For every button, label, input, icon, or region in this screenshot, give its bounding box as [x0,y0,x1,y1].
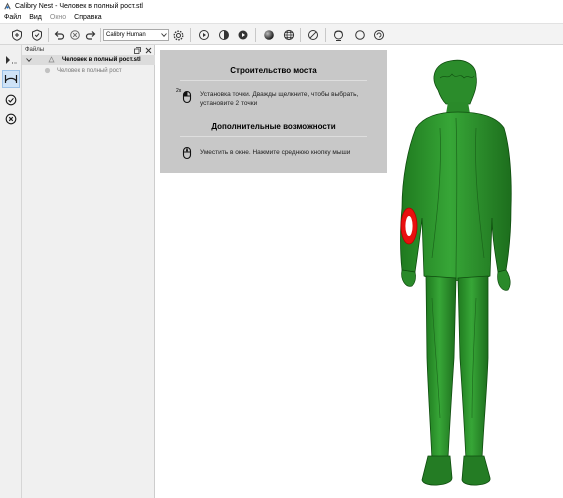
toolbar-separator [48,28,49,42]
human-body-scan-model[interactable] [380,58,563,498]
chevron-down-icon[interactable] [25,56,33,64]
settings-gear-icon [173,30,183,40]
toolbar-separator [190,28,191,42]
half-circle-icon [219,30,229,40]
toolbar-separator [100,28,101,42]
help-divider [180,80,367,81]
tree-row-file[interactable]: Человек в полный рост.stl [22,55,155,65]
shield-plus-icon [32,29,42,41]
accept-button[interactable] [2,91,20,109]
close-circle-icon [5,113,17,125]
cursor-menu-button[interactable] [2,51,20,69]
cursor-menu-icon [6,56,17,64]
globe-icon [283,29,295,41]
help-item-text: Уместить в окне. Нажмите среднюю кнопку … [200,149,351,156]
check-circle-icon [5,94,17,106]
title-bar: Calibry Nest - Человек в полный рост.stl [0,0,563,12]
refresh-icon [374,30,384,40]
files-panel: Файлы Человек в полный рост.stl Человек … [22,45,155,498]
files-panel-title: Файлы [25,47,45,53]
window-title: Calibry Nest - Человек в полный рост.stl [15,2,143,10]
toolbar-separator [325,28,326,42]
menu-view[interactable]: Вид [25,14,46,21]
chevron-down-icon [160,30,168,40]
menu-bar: Файл Вид Окно Справка [0,12,563,23]
cancel-button[interactable] [68,28,82,42]
undo-button[interactable] [52,28,66,42]
shaded-sphere-button[interactable] [262,28,276,42]
mesh-file-icon [48,56,55,63]
tree-row-label: Человек в полный рост.stl [62,57,141,63]
undock-icon[interactable] [134,46,141,54]
help-divider [180,136,367,137]
menu-help[interactable]: Справка [70,14,105,21]
no-entry-icon [308,30,318,40]
circle-icon [355,30,365,40]
help-overlay: Строительство моста 2x Установка точки. … [160,50,387,173]
cancel-icon [70,30,80,40]
mouse-double-click-icon: 2x [176,88,194,104]
double-click-badge: 2x [176,88,182,94]
tree-row-object[interactable]: Человек в полный рост [22,66,155,76]
toolbar-separator [300,28,301,42]
bridge-tool-button[interactable] [2,70,20,88]
play-button[interactable] [197,28,211,42]
settings-button[interactable] [171,28,185,42]
record-icon [238,30,248,40]
main-toolbar: Calibry Human [0,23,563,45]
scanner-select-value: Calibry Human [106,32,146,38]
refresh-button[interactable] [372,28,386,42]
redo-button[interactable] [84,28,98,42]
globe-button[interactable] [282,28,296,42]
redo-icon [85,31,96,40]
undo-icon [54,31,65,40]
files-panel-header: Файлы [22,45,155,55]
play-icon [199,30,209,40]
add-scan-button[interactable] [10,28,24,42]
close-icon[interactable] [145,47,152,54]
record-button[interactable] [236,28,250,42]
help-item-text: Установка точки. Дважды щелкните, чтобы … [200,91,359,107]
circle-button[interactable] [353,28,367,42]
half-circle-button[interactable] [217,28,231,42]
head-view-button[interactable] [331,28,345,42]
sphere-icon [264,30,274,40]
object-dot-icon [44,67,51,74]
help-section-title-extra: Дополнительные возможности [211,122,336,131]
help-item-fit-window: Уместить в окне. Нажмите среднюю кнопку … [180,146,380,160]
menu-window[interactable]: Окно [46,14,70,21]
mouse-middle-button-icon [180,146,194,160]
toolbar-separator [255,28,256,42]
cancel-tool-button[interactable] [2,110,20,128]
tree-row-label: Человек в полный рост [57,68,122,74]
app-logo-icon [4,2,11,9]
3d-viewport[interactable]: Строительство моста 2x Установка точки. … [155,45,563,498]
scanner-select[interactable]: Calibry Human [103,29,169,41]
help-item-set-point: 2x Установка точки. Дважды щелкните, что… [176,88,380,108]
bridge-icon [4,75,18,83]
help-section-title-bridge: Строительство моста [230,66,317,75]
head-icon [333,30,343,41]
shield-plus-button[interactable] [30,28,44,42]
add-scan-icon [12,29,22,41]
menu-file[interactable]: Файл [0,14,25,21]
no-entry-button[interactable] [306,28,320,42]
left-toolbar [0,45,22,498]
